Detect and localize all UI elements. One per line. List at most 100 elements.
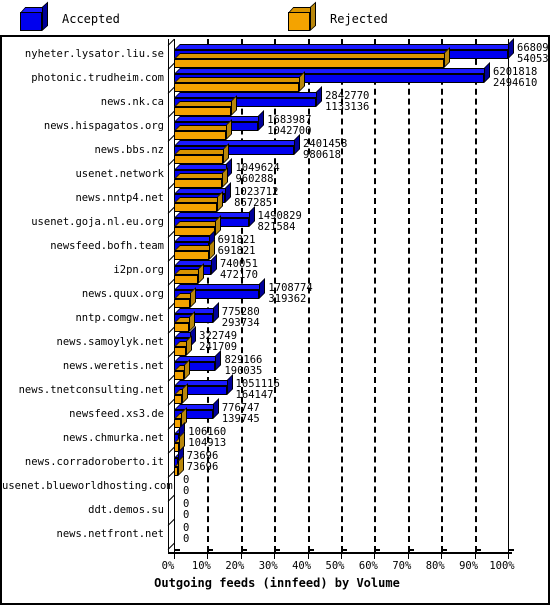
bar-accepted bbox=[174, 278, 266, 299]
legend-item-accepted: Accepted bbox=[20, 1, 120, 31]
bar-rejected bbox=[174, 119, 233, 140]
bar-side-face bbox=[484, 62, 491, 83]
bar-accepted bbox=[174, 446, 184, 467]
value-label-rejected: 472170 bbox=[219, 269, 258, 281]
category-label: nntp.comgw.net bbox=[75, 312, 164, 324]
bar-front-face bbox=[174, 179, 222, 188]
category-label: news.quux.org bbox=[81, 288, 164, 300]
bar-value-labels: 691821 691821 bbox=[218, 235, 256, 257]
x-tick-mark-top bbox=[374, 549, 381, 551]
bar-side-face bbox=[225, 182, 232, 203]
bar-accepted bbox=[174, 350, 222, 371]
x-tick-mark-top bbox=[441, 549, 448, 551]
bar-rejected bbox=[174, 95, 237, 116]
chart-page: Accepted Rejected nyheter.lysator.liu.se… bbox=[0, 0, 550, 605]
bar-rejected bbox=[174, 191, 224, 212]
x-tick-mark bbox=[508, 554, 509, 559]
x-tick-mark-top bbox=[508, 549, 514, 551]
category-label: ddt.demos.su bbox=[88, 504, 164, 516]
category-label: nyheter.lysator.liu.se bbox=[24, 48, 164, 60]
bar-rejected bbox=[174, 287, 196, 308]
bar-front-face bbox=[174, 59, 445, 68]
x-tick-mark bbox=[307, 554, 309, 559]
bar-front-face bbox=[174, 395, 183, 404]
category-label: news.nk.ca bbox=[100, 96, 164, 108]
bar-row: 6201818 2494610 bbox=[168, 62, 548, 92]
category-label: news.samoylyk.net bbox=[56, 336, 164, 348]
bar-front-face bbox=[174, 107, 231, 116]
value-label-rejected: 104913 bbox=[188, 437, 227, 449]
bar-row: 00 bbox=[168, 499, 548, 524]
bar-rejected bbox=[174, 359, 190, 380]
bar-rejected bbox=[174, 383, 189, 404]
bar-accepted bbox=[174, 86, 323, 107]
category-label: photonic.trudheim.com bbox=[31, 72, 164, 84]
x-tick-mark bbox=[407, 554, 409, 559]
bar-rejected bbox=[174, 431, 186, 452]
bar-rejected bbox=[174, 455, 184, 476]
cube-icon bbox=[288, 1, 318, 31]
bar-row: 1683987 1042700 bbox=[168, 110, 548, 140]
bar-value-labels: 1023712 867285 bbox=[234, 187, 278, 209]
legend-label-accepted: Accepted bbox=[62, 12, 120, 26]
x-tick-label: 100% bbox=[489, 560, 515, 572]
bar-value-labels: 1708774 319362 bbox=[268, 283, 312, 305]
bar-rejected bbox=[174, 143, 230, 164]
bar-accepted bbox=[174, 230, 215, 251]
bar-rejected bbox=[174, 407, 187, 428]
x-tick-mark bbox=[274, 554, 276, 559]
legend-label-rejected: Rejected bbox=[330, 12, 388, 26]
bar-front-face bbox=[174, 155, 224, 164]
x-tick-mark bbox=[441, 554, 443, 559]
value-label-rejected: 691821 bbox=[217, 245, 256, 257]
category-label: newsfeed.xs3.de bbox=[69, 408, 164, 420]
bar-accepted bbox=[174, 158, 233, 179]
bar-row: 1049624 960288 bbox=[168, 158, 548, 188]
bar-value-labels: 1051116 164147 bbox=[236, 379, 280, 401]
x-tick-mark-top bbox=[307, 549, 314, 551]
bar-row: 1708774 319362 bbox=[168, 278, 548, 308]
bar-rejected bbox=[174, 167, 228, 188]
bar-value-labels: 775280 293734 bbox=[222, 307, 260, 329]
category-label: news.corradoroberto.it bbox=[24, 456, 164, 468]
bar-value-labels: 740051 472170 bbox=[220, 259, 258, 281]
bar-side-face bbox=[259, 278, 266, 299]
bar-row: 2401458 980618 bbox=[168, 134, 548, 164]
value-label-rejected: 821584 bbox=[257, 221, 296, 233]
bar-side-face bbox=[226, 119, 233, 140]
category-label: i2pn.org bbox=[113, 264, 164, 276]
bar-side-face bbox=[217, 191, 224, 212]
bar-value-labels: 00 bbox=[183, 475, 189, 497]
bar-accepted bbox=[174, 254, 217, 275]
bar-value-labels: 66809315405344 bbox=[517, 43, 549, 65]
x-tick-mark bbox=[374, 554, 376, 559]
bar-rejected bbox=[174, 239, 215, 260]
bar-rejected bbox=[174, 311, 195, 332]
bar-row: 775280 293734 bbox=[168, 302, 548, 332]
bar-value-labels: 1683987 1042700 bbox=[267, 115, 311, 137]
bar-side-face bbox=[316, 86, 323, 107]
bar-value-labels: 6201818 2494610 bbox=[493, 67, 537, 89]
category-axis-labels: nyheter.lysator.liu.se photonic.trudheim.… bbox=[2, 37, 173, 557]
bar-value-labels: 1049624 960288 bbox=[235, 163, 279, 185]
value-label-rejected: 293734 bbox=[221, 317, 260, 329]
category-label: news.chmurka.net bbox=[62, 432, 164, 444]
value-label-rejected: 5405344 bbox=[517, 53, 549, 65]
bar-accepted bbox=[174, 134, 301, 155]
x-tick-mark-top bbox=[474, 549, 481, 551]
x-tick-mark-top bbox=[240, 549, 247, 551]
value-label-rejected: 960288 bbox=[235, 173, 274, 185]
bar-value-labels: 829166 190035 bbox=[224, 355, 262, 377]
bar-value-labels: 73696 73696 bbox=[187, 451, 219, 473]
value-label-rejected: 0 bbox=[183, 485, 190, 497]
category-label: news.weretis.net bbox=[62, 360, 164, 372]
bar-front-face bbox=[174, 131, 227, 140]
bar-row: 00 bbox=[168, 523, 548, 548]
bar-value-labels: 2401458 980618 bbox=[303, 139, 347, 161]
value-label-rejected: 319362 bbox=[268, 293, 307, 305]
bar-front-face bbox=[174, 323, 189, 332]
plot-area: nyheter.lysator.liu.se photonic.trudheim.… bbox=[0, 37, 550, 605]
value-label-rejected: 980618 bbox=[303, 149, 341, 161]
category-label: news.bbs.nz bbox=[94, 144, 164, 156]
bar-side-face bbox=[215, 350, 222, 371]
